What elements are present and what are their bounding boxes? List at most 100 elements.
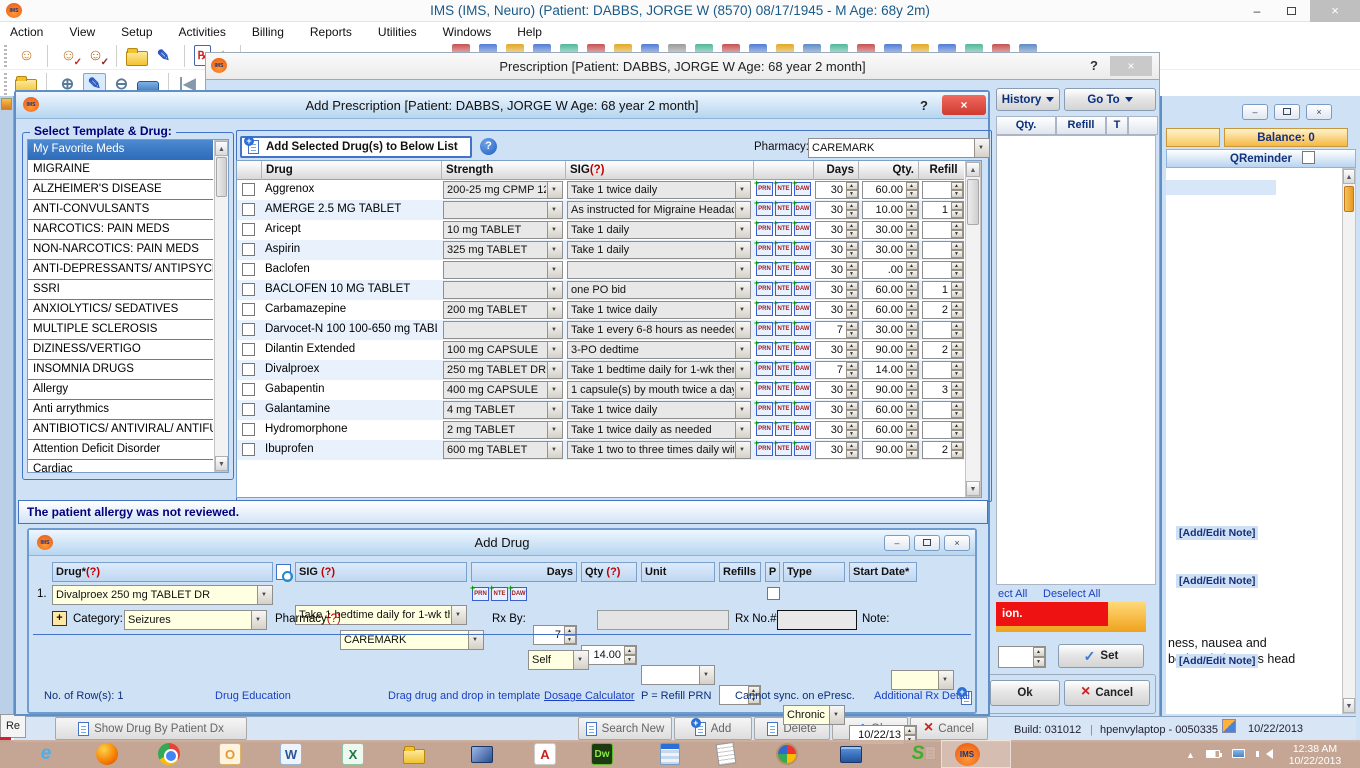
spin-down-icon[interactable] xyxy=(846,450,858,458)
sig-select[interactable]: 3-PO dedtime xyxy=(567,341,751,359)
spin-down-icon[interactable] xyxy=(846,270,858,278)
scroll-up-icon[interactable] xyxy=(1343,169,1355,184)
drug-checkbox[interactable] xyxy=(242,383,255,396)
tray-clock-date[interactable]: 10/22/2013 xyxy=(1282,755,1348,767)
qty-spinner[interactable]: .00 xyxy=(862,261,919,279)
add-drug-titlebar[interactable]: IMS Add Drug – × xyxy=(29,530,975,556)
spin-up-icon[interactable] xyxy=(906,322,918,330)
scroll-down-icon[interactable] xyxy=(215,456,228,471)
dropdown-arrow-icon[interactable] xyxy=(735,422,750,438)
dropdown-arrow-icon[interactable] xyxy=(699,666,714,684)
minimize-icon[interactable]: – xyxy=(1242,104,1268,120)
spin-down-icon[interactable] xyxy=(951,450,963,458)
spin-down-icon[interactable] xyxy=(906,230,918,238)
scroll-thumb[interactable] xyxy=(967,179,979,225)
sig-select[interactable]: Take 1 twice daily xyxy=(567,301,751,319)
remote-desktop-icon[interactable] xyxy=(469,742,495,766)
spin-up-icon[interactable] xyxy=(951,422,963,430)
template-item[interactable]: My Favorite Meds xyxy=(28,140,213,160)
spin-up-icon[interactable] xyxy=(951,342,963,350)
days-spinner[interactable]: 30 xyxy=(815,201,859,219)
refill-spinner[interactable] xyxy=(922,401,964,419)
sig-select[interactable]: Take 1 daily xyxy=(567,241,751,259)
spin-up-icon[interactable] xyxy=(906,222,918,230)
drug-checkbox[interactable] xyxy=(242,423,255,436)
dropdown-arrow-icon[interactable] xyxy=(735,222,750,238)
strength-select[interactable] xyxy=(443,201,563,219)
drug-checkbox[interactable] xyxy=(242,203,255,216)
dropdown-arrow-icon[interactable] xyxy=(735,302,750,318)
template-item[interactable]: ALZHEIMER'S DISEASE xyxy=(28,180,213,200)
sig-select[interactable]: Take 1 two to three times daily witl xyxy=(567,441,751,459)
dropdown-arrow-icon[interactable] xyxy=(547,342,562,358)
spin-up-icon[interactable] xyxy=(951,302,963,310)
drug-checkbox[interactable] xyxy=(242,303,255,316)
spin-up-icon[interactable] xyxy=(951,362,963,370)
refill-spinner[interactable] xyxy=(922,181,964,199)
dropdown-arrow-icon[interactable] xyxy=(829,706,844,724)
spin-up-icon[interactable] xyxy=(846,282,858,290)
dropdown-arrow-icon[interactable] xyxy=(573,651,588,669)
col-qty[interactable]: Qty. xyxy=(858,161,918,180)
spin-up-icon[interactable] xyxy=(846,202,858,210)
add-nte-icon[interactable]: NTE+ xyxy=(775,442,792,456)
strength-select[interactable] xyxy=(443,281,563,299)
template-item[interactable]: Attention Deficit Disorder xyxy=(28,440,213,460)
sig-select[interactable] xyxy=(567,261,751,279)
prescription-window-titlebar[interactable]: IMS Prescription [Patient: DABBS, JORGE … xyxy=(205,52,1160,80)
add-button[interactable]: Add xyxy=(674,717,752,740)
template-scrollbar[interactable] xyxy=(214,140,229,472)
drug-select[interactable]: Divalproex 250 mg TABLET DR xyxy=(52,585,273,605)
spin-up-icon[interactable] xyxy=(846,222,858,230)
notepad-icon[interactable] xyxy=(713,742,739,766)
spin-down-icon[interactable] xyxy=(951,410,963,418)
strength-select[interactable]: 325 mg TABLET xyxy=(443,241,563,259)
excel-icon[interactable]: X xyxy=(340,742,366,766)
help-icon[interactable]: ? xyxy=(920,98,928,113)
dropdown-arrow-icon[interactable] xyxy=(735,442,750,458)
prescription-history-list[interactable] xyxy=(996,135,1156,585)
days-spinner[interactable]: 30 xyxy=(815,341,859,359)
add-prn-icon[interactable]: PRN+ xyxy=(756,382,773,396)
spin-up-icon[interactable] xyxy=(846,362,858,370)
spin-up-icon[interactable] xyxy=(951,202,963,210)
spin-down-icon[interactable] xyxy=(906,290,918,298)
qty-spinner[interactable]: 14.00 xyxy=(581,645,637,665)
qty-spinner[interactable]: 90.00 xyxy=(862,441,919,459)
add-prn-icon[interactable]: PRN+ xyxy=(756,322,773,336)
add-prn-icon[interactable]: PRN+ xyxy=(756,342,773,356)
spin-down-icon[interactable] xyxy=(846,230,858,238)
refill-spinner[interactable] xyxy=(922,421,964,439)
spin-up-icon[interactable] xyxy=(951,442,963,450)
template-item[interactable]: INSOMNIA DRUGS xyxy=(28,360,213,380)
add-prn-icon[interactable]: PRN+ xyxy=(756,422,773,436)
qty-spinner[interactable]: 60.00 xyxy=(862,281,919,299)
add-daw-icon[interactable]: DAW+ xyxy=(794,322,811,336)
sig-select[interactable]: As instructed for Migraine Headacl xyxy=(567,201,751,219)
refill-spinner[interactable] xyxy=(922,361,964,379)
refill-spinner[interactable]: 2 xyxy=(922,441,964,459)
add-daw-icon[interactable]: DAW+ xyxy=(794,402,811,416)
drug-checkbox[interactable] xyxy=(242,283,255,296)
template-item[interactable]: MULTIPLE SCLEROSIS xyxy=(28,320,213,340)
days-spinner[interactable]: 30 xyxy=(815,181,859,199)
dropdown-arrow-icon[interactable] xyxy=(735,382,750,398)
strength-select[interactable]: 10 mg TABLET xyxy=(443,221,563,239)
drug-search-icon[interactable] xyxy=(276,564,291,580)
add-daw-icon[interactable]: DAW+ xyxy=(794,422,811,436)
menu-activities[interactable]: Activities xyxy=(179,25,226,39)
dropdown-arrow-icon[interactable] xyxy=(735,242,750,258)
strength-select[interactable]: 100 mg CAPSULE xyxy=(443,341,563,359)
add-prn-icon[interactable]: PRN+ xyxy=(756,282,773,296)
spin-up-icon[interactable] xyxy=(906,302,918,310)
ims-icon[interactable]: IMS xyxy=(954,742,980,766)
qty-spinner[interactable]: 14.00 xyxy=(862,361,919,379)
scroll-down-icon[interactable] xyxy=(1343,698,1355,713)
dropdown-arrow-icon[interactable] xyxy=(547,202,562,218)
spin-up-icon[interactable] xyxy=(951,242,963,250)
refill-spinner[interactable]: 2 xyxy=(922,341,964,359)
drug-checkbox[interactable] xyxy=(242,443,255,456)
add-nte-icon[interactable]: NTE+ xyxy=(775,242,792,256)
dropdown-arrow-icon[interactable] xyxy=(547,222,562,238)
add-nte-icon[interactable]: NTE+ xyxy=(775,262,792,276)
